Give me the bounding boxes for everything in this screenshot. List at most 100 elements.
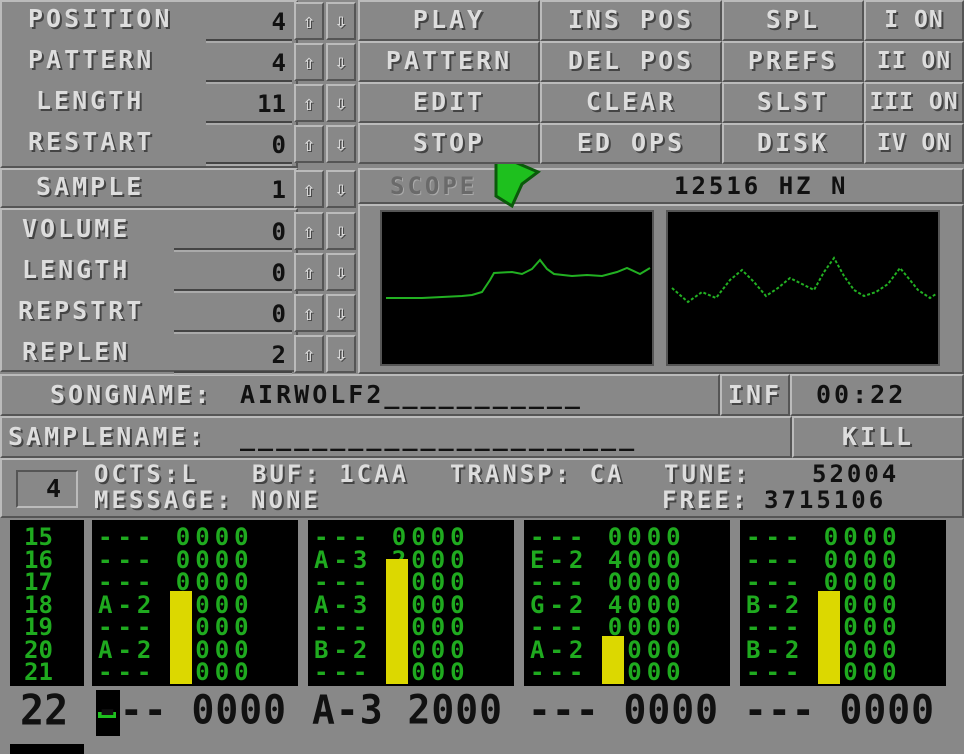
- channel-3-toggle[interactable]: III ON: [864, 82, 964, 123]
- song-row-value: 4: [271, 8, 286, 36]
- song-row-underline: [206, 39, 292, 43]
- row-number-column: 15 16 17 18 19 20 21: [10, 520, 84, 686]
- row-number: 21: [24, 658, 53, 686]
- pattern-cell[interactable]: --- 0000: [746, 570, 902, 594]
- pattern-cell[interactable]: --- 0000: [98, 570, 254, 594]
- pattern-cell[interactable]: --- 0000: [530, 570, 686, 594]
- current-row-number: 22: [20, 686, 69, 736]
- songname-label: SONGNAME:: [50, 380, 213, 409]
- track-3[interactable]: --- 0000 E-2 4000 --- 0000 G-2 4000 --- 0000…: [524, 520, 730, 686]
- arrow-down-icon[interactable]: ⇩: [326, 335, 356, 373]
- arrow-up-icon[interactable]: ⇧: [294, 212, 324, 250]
- sample-row-value: 0: [271, 218, 286, 246]
- sample-row-underline: [174, 248, 292, 252]
- tune-label: TUNE:: [664, 460, 752, 488]
- pattern-button[interactable]: PATTERN: [358, 41, 540, 82]
- scope-label: SCOPE: [390, 172, 478, 200]
- track-2[interactable]: --- 0000 A-3 2000 --- 0000 A-3 2000 --- 0000…: [308, 520, 514, 686]
- inf-button[interactable]: INF: [720, 374, 790, 416]
- songname-value[interactable]: AIRWOLF2___________: [240, 380, 583, 409]
- prefs-button[interactable]: PREFS: [722, 41, 864, 82]
- sample-row-underline: [174, 330, 292, 334]
- tune-value: 52004: [812, 460, 900, 488]
- octs-text: OCTS:L: [94, 460, 199, 488]
- song-row-value: 0: [271, 131, 286, 159]
- time-value: 00:22: [816, 380, 907, 409]
- protracker-screen: SCOPE 12516 HZ N SONGNAME: AIRWOLF2_____…: [0, 0, 964, 754]
- sample-row-value: 0: [271, 259, 286, 287]
- song-row-underline: [206, 80, 292, 84]
- song-row-label: PATTERN: [28, 45, 155, 74]
- sample-row-value: 2: [271, 341, 286, 369]
- del-pos-button[interactable]: DEL POS: [540, 41, 722, 82]
- sample-row-value: 1: [271, 176, 286, 204]
- stop-button[interactable]: STOP: [358, 123, 540, 164]
- ed-ops-button[interactable]: ED OPS: [540, 123, 722, 164]
- arrow-up-icon[interactable]: ⇧: [294, 2, 324, 40]
- channel-2-toggle[interactable]: II ON: [864, 41, 964, 82]
- buf-text: BUF: 1CAA: [252, 460, 410, 488]
- spl-button[interactable]: SPL: [722, 0, 864, 41]
- pattern-cell[interactable]: --- 0000: [314, 525, 470, 549]
- sample-row-label: REPLEN: [22, 337, 131, 366]
- scope-left-trace: [386, 258, 651, 299]
- current-row-cell[interactable]: A-3 2000: [312, 687, 503, 733]
- channel-1-toggle[interactable]: I ON: [864, 0, 964, 41]
- vu-meter-bar: [386, 559, 408, 684]
- ins-pos-button[interactable]: INS POS: [540, 0, 722, 41]
- vu-meter-bar: [602, 636, 624, 684]
- samplename-value[interactable]: ______________________: [240, 422, 637, 451]
- vu-meter-bar: [818, 591, 840, 684]
- track-1[interactable]: --- 0000 --- 0000 --- 0000 A-2 C000 --- 0000…: [92, 520, 298, 686]
- scope-left: [380, 210, 654, 366]
- arrow-up-icon[interactable]: ⇧: [294, 253, 324, 291]
- arrow-down-icon[interactable]: ⇩: [326, 170, 356, 208]
- arrow-down-icon[interactable]: ⇩: [326, 43, 356, 81]
- pattern-cell[interactable]: --- 0000: [98, 525, 254, 549]
- channel-4-toggle[interactable]: IV ON: [864, 123, 964, 164]
- sample-row-underline: [174, 371, 292, 375]
- arrow-up-icon[interactable]: ⇧: [294, 335, 324, 373]
- clear-button[interactable]: CLEAR: [540, 82, 722, 123]
- arrow-down-icon[interactable]: ⇩: [326, 294, 356, 332]
- track-4[interactable]: --- 0000 --- 0000 --- 0000 B-2 9000 --- 0000…: [740, 520, 946, 686]
- song-row-underline: [206, 162, 292, 166]
- play-button[interactable]: PLAY: [358, 0, 540, 41]
- pattern-cell[interactable]: --- 0000: [746, 525, 902, 549]
- pattern-editor[interactable]: 15 16 17 18 19 20 21 22 --- 0000 --- 0000 --- 00…: [0, 518, 964, 754]
- scope-frequency: 12516 HZ N: [674, 172, 849, 200]
- song-row-value: 4: [271, 49, 286, 77]
- current-row-cell[interactable]: --- 0000: [744, 687, 935, 733]
- arrow-up-icon[interactable]: ⇧: [294, 125, 324, 163]
- free-label: FREE:: [662, 486, 750, 514]
- song-row-label: LENGTH: [36, 86, 145, 115]
- samplename-label: SAMPLENAME:: [8, 422, 207, 451]
- arrow-up-icon[interactable]: ⇧: [294, 84, 324, 122]
- song-row-underline: [206, 121, 292, 125]
- free-value: 3715106: [764, 486, 887, 514]
- arrow-up-icon[interactable]: ⇧: [294, 294, 324, 332]
- song-row-label: POSITION: [28, 4, 173, 33]
- arrow-up-icon[interactable]: ⇧: [294, 43, 324, 81]
- arrow-down-icon[interactable]: ⇩: [326, 253, 356, 291]
- transp-text: TRANSP: CA: [450, 460, 625, 488]
- edit-button[interactable]: EDIT: [358, 82, 540, 123]
- pattern-cell[interactable]: --- 0000: [530, 525, 686, 549]
- octave-value: 4: [46, 474, 65, 503]
- row-number: 15: [24, 523, 53, 551]
- sample-row-label: SAMPLE: [36, 172, 145, 201]
- pattern-cell[interactable]: --- 0000: [530, 615, 686, 639]
- arrow-down-icon[interactable]: ⇩: [326, 125, 356, 163]
- disk-button[interactable]: DISK: [722, 123, 864, 164]
- slst-button[interactable]: SLST: [722, 82, 864, 123]
- arrow-down-icon[interactable]: ⇩: [326, 84, 356, 122]
- kill-button[interactable]: KILL: [792, 416, 964, 458]
- current-row-cell[interactable]: --- 0000: [528, 687, 719, 733]
- scope-right: [666, 210, 940, 366]
- current-row-cell[interactable]: --- 0000: [96, 687, 287, 733]
- arrow-down-icon[interactable]: ⇩: [326, 212, 356, 250]
- arrow-up-icon[interactable]: ⇧: [294, 170, 324, 208]
- arrow-down-icon[interactable]: ⇩: [326, 2, 356, 40]
- sample-row-value: 0: [271, 300, 286, 328]
- sample-row-label: REPSTRT: [18, 296, 145, 325]
